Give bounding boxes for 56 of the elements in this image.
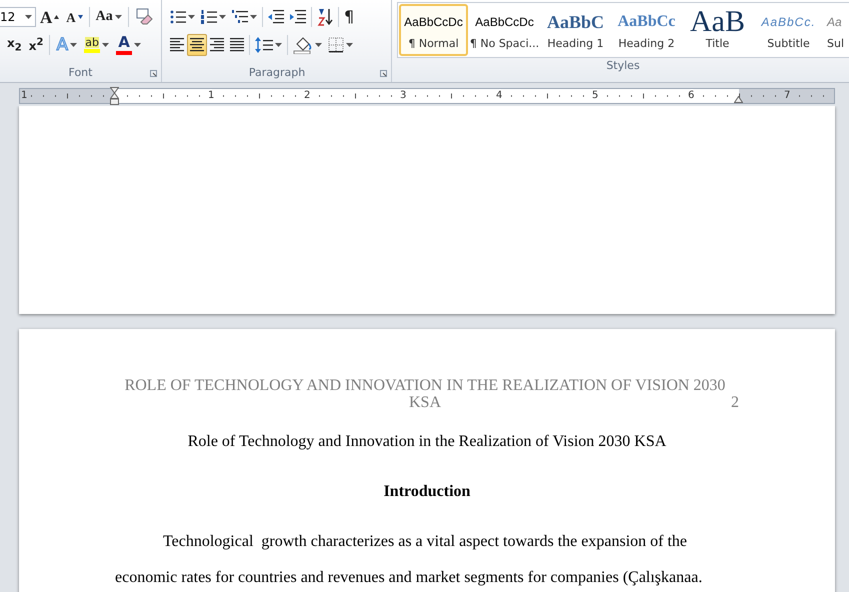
dialog-launcher-icon[interactable]	[150, 70, 157, 77]
indent-marker-icon[interactable]	[110, 87, 119, 105]
eraser-icon	[134, 8, 153, 26]
caret-icon	[25, 15, 32, 19]
align-center-button[interactable]	[187, 34, 207, 56]
arrow-down-icon	[78, 15, 83, 19]
shrink-font-button[interactable]: A	[63, 6, 86, 28]
dialog-launcher-icon[interactable]	[380, 70, 387, 77]
caret-icon	[134, 43, 142, 47]
caret-icon	[250, 15, 257, 19]
caret-icon	[219, 15, 226, 19]
group-label: Styles	[606, 59, 640, 72]
multilevel-list-icon	[232, 10, 248, 24]
align-center-icon	[190, 38, 204, 52]
caret-icon	[315, 43, 322, 47]
justify-icon	[230, 38, 244, 52]
highlight-button[interactable]: ab	[81, 34, 112, 56]
bullets-icon	[170, 10, 186, 24]
style-item[interactable]: AaB Title	[683, 4, 752, 56]
paint-bucket-icon	[293, 36, 313, 54]
caret-icon	[346, 43, 353, 47]
caret-icon	[114, 15, 122, 19]
page-number: 2	[731, 394, 739, 411]
right-indent-marker-icon[interactable]	[734, 96, 743, 103]
grow-font-button[interactable]: A	[37, 6, 62, 28]
numbering-icon	[201, 10, 217, 24]
document-title: Role of Technology and Innovation in the Realization of Vision 2030 KSA	[188, 433, 666, 451]
group-label: Paragraph	[248, 66, 306, 79]
group-label: Font	[68, 66, 92, 79]
subscript-button[interactable]: x$_{2}$	[4, 34, 25, 56]
style-item[interactable]: AaBbCc. Subtitle	[754, 4, 823, 56]
superscript-button[interactable]: x$^{2}$	[26, 34, 46, 56]
sort-icon	[317, 8, 333, 26]
borders-icon	[328, 37, 344, 53]
caret-icon	[275, 43, 282, 47]
arrow-up-icon	[54, 15, 60, 19]
increase-indent-icon	[290, 10, 306, 24]
change-case-button[interactable]: Aa	[92, 6, 125, 28]
style-item[interactable]: AaBbCc Heading 2	[612, 4, 681, 56]
font-size-field[interactable]: 12	[0, 7, 36, 27]
caret-icon	[188, 15, 195, 19]
decrease-indent-icon	[268, 10, 284, 24]
show-marks-button[interactable]: ¶	[341, 6, 358, 28]
style-item[interactable]: AaBbC Heading 1	[541, 4, 610, 56]
align-right-icon	[210, 38, 224, 52]
line-spacing-icon	[255, 37, 273, 53]
caret-icon	[70, 43, 78, 47]
font-color-button[interactable]: A	[113, 34, 144, 56]
style-item[interactable]: AaBbCcDc ¶ Normal	[399, 4, 468, 56]
caret-icon	[102, 43, 110, 47]
running-header: ROLE OF TECHNOLOGY AND INNOVATION IN THE REALIZATION OF VISION 2030 KSA	[124, 377, 726, 411]
align-left-icon	[170, 38, 184, 52]
body-paragraph: Technological growth characterizes as a vital aspect towards the expansion of the economic rates for countries and revenues and market segments for companies (Çalışkanaa.	[115, 532, 704, 588]
section-heading: Introduction	[384, 483, 470, 501]
style-item[interactable]: AaBbCcDc ¶ No Spaci...	[470, 4, 539, 56]
style-item[interactable]: Aa Sul	[825, 4, 847, 56]
